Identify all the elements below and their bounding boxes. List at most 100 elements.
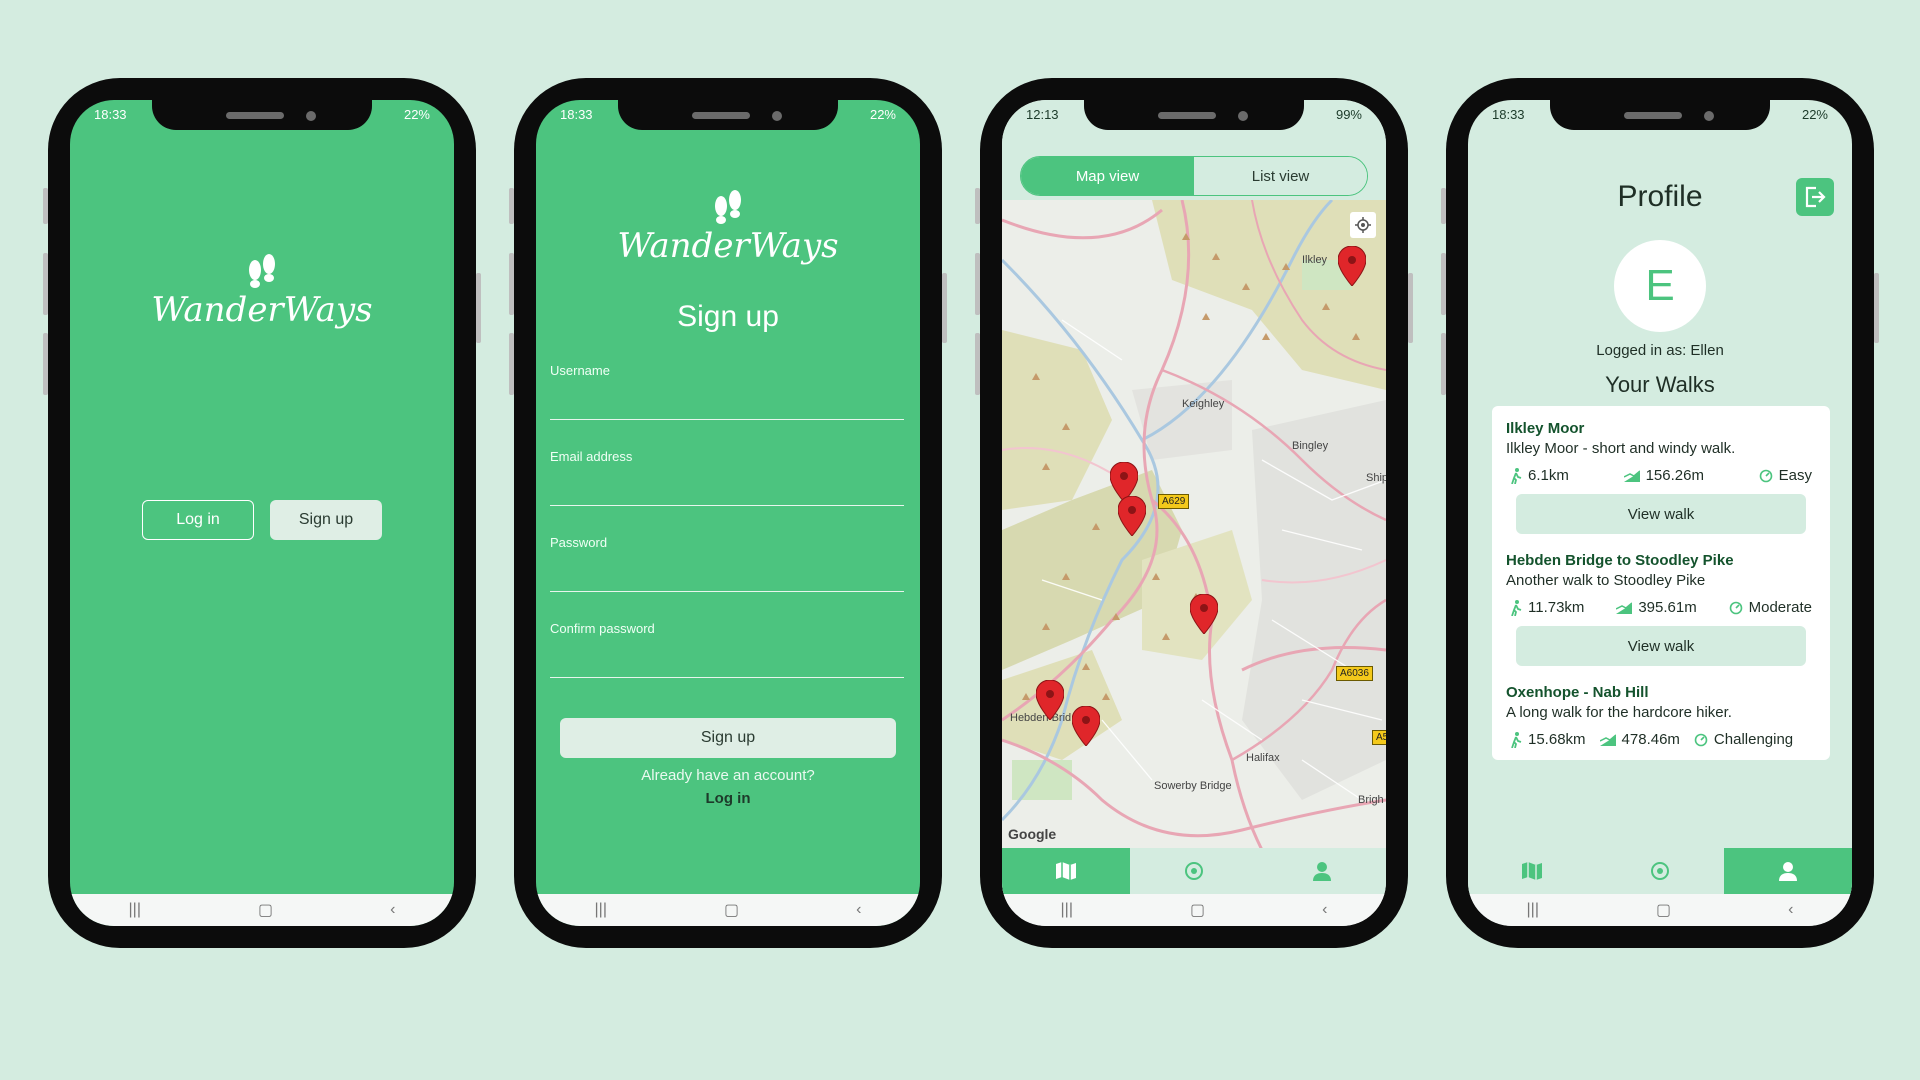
hiker-icon	[1511, 599, 1522, 616]
walk-elevation: 395.61m	[1616, 599, 1697, 616]
walk-name: Oxenhope - Nab Hill	[1506, 684, 1649, 701]
recents-icon[interactable]: |||	[1061, 901, 1073, 919]
system-nav-bar: ||| ▢ ‹	[536, 894, 920, 926]
elevation-icon	[1599, 733, 1616, 746]
footprints-icon	[715, 190, 741, 224]
email-field[interactable]: Email address	[550, 448, 904, 506]
back-icon[interactable]: ‹	[1322, 901, 1327, 919]
walk-difficulty: Easy	[1759, 467, 1812, 484]
walk-difficulty: Challenging	[1694, 731, 1793, 748]
road-number: A629	[1158, 494, 1190, 509]
phone-signup: 18:33 22% WanderWays Sign up Username Em…	[509, 78, 947, 948]
walk-elevation: 478.46m	[1599, 731, 1680, 748]
footprints-icon	[249, 254, 275, 288]
map-screen: 12:13 99% Map view List view Ilkley Keig…	[1002, 100, 1386, 926]
notch	[1550, 100, 1770, 130]
app-logo: WanderWays	[70, 252, 454, 330]
signup-screen: 18:33 22% WanderWays Sign up Username Em…	[536, 100, 920, 926]
tab-map-view[interactable]: Map view	[1021, 157, 1194, 195]
signup-button[interactable]: Sign up	[270, 500, 382, 540]
back-icon[interactable]: ‹	[1788, 901, 1793, 919]
recents-icon[interactable]: |||	[1527, 901, 1539, 919]
recents-icon[interactable]: |||	[129, 901, 141, 919]
walk-elevation: 156.26m	[1623, 467, 1704, 484]
home-icon[interactable]: ▢	[1656, 900, 1671, 920]
status-time: 18:33	[1492, 107, 1525, 122]
map-marker-icon[interactable]	[1036, 680, 1064, 720]
place-label: Ship	[1366, 472, 1386, 484]
status-battery: 22%	[403, 107, 430, 122]
bottom-tab-bar	[1002, 848, 1386, 894]
app-logo: WanderWays	[536, 188, 920, 266]
notch	[1084, 100, 1304, 130]
status-time: 18:33	[94, 107, 127, 122]
avatar: E	[1614, 240, 1706, 332]
tab-record[interactable]	[1596, 848, 1724, 894]
walk-card: Oxenhope - Nab Hill A long walk for the …	[1492, 670, 1830, 760]
elevation-icon	[1623, 469, 1640, 482]
map-marker-icon[interactable]	[1338, 246, 1366, 286]
recents-icon[interactable]: |||	[595, 901, 607, 919]
place-label: Sowerby Bridge	[1154, 780, 1232, 792]
login-link[interactable]: Log in	[536, 790, 920, 807]
walk-description: Another walk to Stoodley Pike	[1506, 572, 1706, 589]
logout-button[interactable]	[1796, 178, 1834, 216]
tab-record[interactable]	[1130, 848, 1258, 894]
status-time: 18:33	[560, 107, 593, 122]
tab-profile[interactable]	[1724, 848, 1852, 894]
back-icon[interactable]: ‹	[390, 901, 395, 919]
page-title: Sign up	[677, 300, 779, 333]
map-attribution: Google	[1008, 826, 1057, 842]
place-label: Brigh	[1358, 794, 1384, 806]
hiker-icon	[1511, 467, 1522, 484]
walk-stats: 6.1km 156.26m Easy	[1506, 467, 1816, 484]
view-walk-button[interactable]: View walk	[1516, 626, 1806, 666]
tab-map[interactable]	[1468, 848, 1596, 894]
system-nav-bar: ||| ▢ ‹	[70, 894, 454, 926]
profile-screen: 18:33 22% Profile E Logged in as: Ellen …	[1468, 100, 1852, 926]
tab-map[interactable]	[1002, 848, 1130, 894]
walk-description: Ilkley Moor - short and windy walk.	[1506, 440, 1736, 457]
page-title: Profile	[1617, 180, 1703, 213]
crosshair-icon	[1355, 217, 1371, 233]
app-wordmark: WanderWays	[617, 226, 839, 266]
gauge-icon	[1729, 601, 1742, 614]
map-marker-icon[interactable]	[1072, 706, 1100, 746]
map-marker-icon[interactable]	[1118, 496, 1146, 536]
confirm-password-label: Confirm password	[550, 621, 655, 636]
login-button[interactable]: Log in	[142, 500, 254, 540]
system-nav-bar: ||| ▢ ‹	[1002, 894, 1386, 926]
system-nav-bar: ||| ▢ ‹	[1468, 894, 1852, 926]
map[interactable]: Ilkley Keighley Bingley Ship Hebden Brid…	[1002, 200, 1386, 850]
map-icon	[1522, 862, 1542, 881]
confirm-password-field[interactable]: Confirm password	[550, 620, 904, 678]
my-location-button[interactable]	[1350, 212, 1376, 238]
road-number: A6036	[1336, 666, 1373, 681]
signup-submit-button[interactable]: Sign up	[560, 718, 896, 758]
tab-profile[interactable]	[1258, 848, 1386, 894]
view-walk-button[interactable]: View walk	[1516, 494, 1806, 534]
username-label: Username	[550, 363, 610, 378]
logged-in-text: Logged in as: Ellen	[1596, 342, 1724, 359]
notch	[152, 100, 372, 130]
home-icon[interactable]: ▢	[1190, 900, 1205, 920]
home-icon[interactable]: ▢	[724, 900, 739, 920]
record-icon	[1651, 862, 1669, 880]
walk-distance: 6.1km	[1510, 467, 1569, 484]
gauge-icon	[1694, 733, 1708, 746]
already-have-account-text: Already have an account?	[641, 767, 815, 784]
walk-distance: 15.68km	[1510, 731, 1586, 748]
tab-list-view[interactable]: List view	[1194, 157, 1367, 195]
walk-description: A long walk for the hardcore hiker.	[1506, 704, 1732, 721]
map-marker-icon[interactable]	[1190, 594, 1218, 634]
walk-name: Hebden Bridge to Stoodley Pike	[1506, 552, 1734, 569]
password-field[interactable]: Password	[550, 534, 904, 592]
home-icon[interactable]: ▢	[258, 900, 273, 920]
road-number: A5	[1372, 730, 1386, 745]
back-icon[interactable]: ‹	[856, 901, 861, 919]
username-field[interactable]: Username	[550, 362, 904, 420]
record-icon	[1185, 862, 1203, 880]
walk-card: Ilkley Moor Ilkley Moor - short and wind…	[1492, 406, 1830, 548]
email-label: Email address	[550, 449, 633, 464]
app-wordmark: WanderWays	[151, 290, 373, 330]
